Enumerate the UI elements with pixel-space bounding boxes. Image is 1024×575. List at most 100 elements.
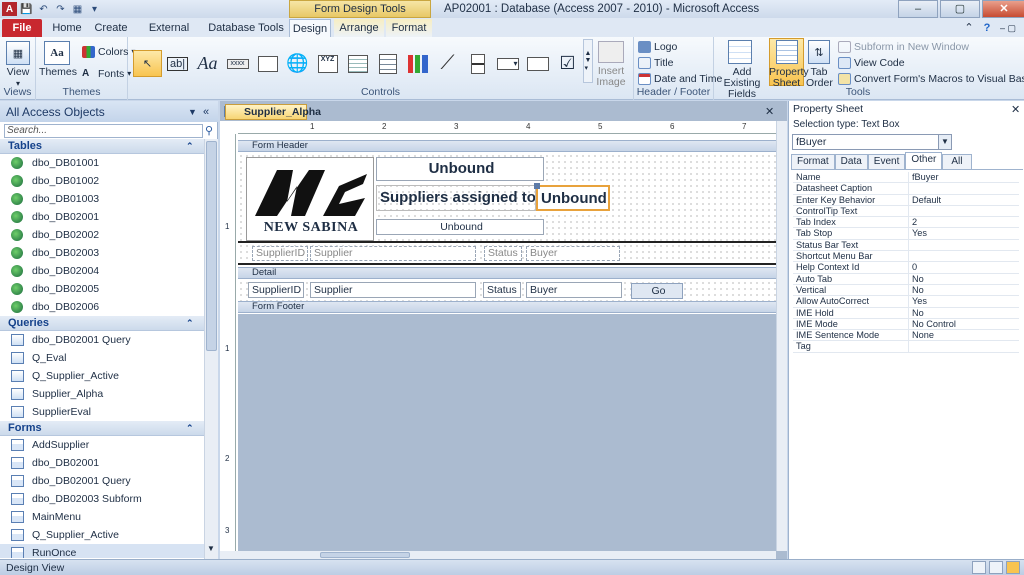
- help-icon[interactable]: ?: [980, 19, 994, 37]
- line-control-icon[interactable]: ⟋: [433, 50, 462, 77]
- tab-format[interactable]: Format: [791, 154, 835, 169]
- move-handle-icon[interactable]: [534, 183, 540, 189]
- logo-button[interactable]: Logo: [638, 39, 677, 54]
- property-row[interactable]: IME Sentence Mode None: [793, 330, 1019, 342]
- layout-view-icon[interactable]: [989, 561, 1003, 574]
- col-header-supplier[interactable]: Supplier: [310, 246, 476, 261]
- tab-other[interactable]: Other: [905, 152, 943, 169]
- list-item[interactable]: Q_Supplier_Active: [0, 367, 204, 385]
- save-icon[interactable]: 💾: [19, 2, 34, 16]
- add-existing-fields-icon[interactable]: [728, 40, 752, 64]
- property-row[interactable]: IME Hold No: [793, 307, 1019, 319]
- property-row[interactable]: Shortcut Menu Bar: [793, 251, 1019, 263]
- title-button[interactable]: Title: [638, 55, 673, 70]
- tab-home[interactable]: Home: [46, 19, 88, 37]
- themes-icon[interactable]: Aa: [44, 41, 70, 65]
- property-row[interactable]: Help Context Id 0: [793, 262, 1019, 274]
- maximize-button[interactable]: ▢: [940, 0, 980, 18]
- insert-image-icon[interactable]: [598, 41, 624, 63]
- insert-image-button[interactable]: Insert Image: [593, 66, 629, 88]
- tab-order-icon[interactable]: ⇅: [808, 40, 830, 64]
- unbound-subtitle-textbox[interactable]: Unbound: [376, 219, 544, 235]
- list-item[interactable]: MainMenu: [0, 508, 204, 526]
- property-value[interactable]: None: [909, 330, 1019, 340]
- page-break-icon[interactable]: [463, 50, 492, 77]
- chevron-down-icon[interactable]: ▼: [938, 135, 951, 149]
- doc-window-controls[interactable]: – ▢ ✕: [996, 19, 1020, 51]
- collapse-section-icon[interactable]: ⌃: [186, 316, 194, 331]
- control-selector-dropdown[interactable]: fBuyer: [792, 134, 952, 150]
- col-header-status[interactable]: Status: [484, 246, 522, 261]
- col-header-buyer[interactable]: Buyer: [526, 246, 620, 261]
- search-icon[interactable]: ⚲: [205, 124, 213, 137]
- property-row[interactable]: Name fBuyer: [793, 172, 1019, 184]
- textbox-control-icon[interactable]: ab|: [163, 50, 192, 77]
- suppliers-assigned-label[interactable]: Suppliers assigned to: [376, 185, 536, 211]
- property-row[interactable]: Auto Tab No: [793, 273, 1019, 285]
- form-footer-band[interactable]: Form Footer: [238, 301, 776, 313]
- close-button[interactable]: ✕: [982, 0, 1024, 18]
- list-item[interactable]: dbo_DB02002: [0, 226, 204, 244]
- property-value[interactable]: [909, 183, 1019, 193]
- tab-arrange[interactable]: Arrange: [334, 19, 384, 37]
- property-value[interactable]: 0: [909, 262, 1019, 272]
- option-group-icon[interactable]: [373, 50, 402, 77]
- list-item[interactable]: dbo_DB02001 Query: [0, 472, 204, 490]
- property-row[interactable]: Tab Index 2: [793, 217, 1019, 229]
- logo-image[interactable]: NEW SABINA: [246, 157, 374, 241]
- label-control-icon[interactable]: Aa: [193, 50, 222, 77]
- property-value[interactable]: [909, 240, 1019, 250]
- property-row[interactable]: Allow AutoCorrect Yes: [793, 296, 1019, 308]
- collapse-section-icon[interactable]: ⌃: [186, 421, 194, 436]
- convert-macros-button[interactable]: Convert Form's Macros to Visual Basic: [838, 71, 1024, 86]
- supplierid-label[interactable]: SupplierID: [248, 282, 304, 298]
- list-item[interactable]: Q_Supplier_Active: [0, 526, 204, 544]
- list-item[interactable]: Supplier_Alpha: [0, 385, 204, 403]
- detail-section[interactable]: SupplierID Supplier Status Buyer Go: [238, 280, 776, 301]
- list-item[interactable]: dbo_DB02004: [0, 262, 204, 280]
- nav-section-tables[interactable]: Tables ⌃: [0, 139, 204, 154]
- document-vertical-scrollbar[interactable]: [776, 121, 787, 551]
- list-item[interactable]: Q_Eval: [0, 349, 204, 367]
- form-header-band[interactable]: Form Header: [238, 140, 776, 152]
- button-control-icon[interactable]: xxxx: [223, 50, 252, 77]
- nav-section-forms[interactable]: Forms ⌃: [0, 421, 204, 436]
- property-row[interactable]: Datasheet Caption: [793, 183, 1019, 195]
- nav-search-input[interactable]: Search...: [4, 124, 203, 138]
- form-view-icon[interactable]: [972, 561, 986, 574]
- property-value[interactable]: [909, 341, 1019, 351]
- access-icon[interactable]: A: [2, 2, 17, 16]
- date-time-button[interactable]: Date and Time: [638, 71, 722, 86]
- property-value[interactable]: Yes: [909, 296, 1019, 306]
- view-icon[interactable]: ▦: [6, 41, 30, 65]
- combo-box-icon[interactable]: ▾: [493, 50, 522, 77]
- status-label[interactable]: Status: [483, 282, 521, 298]
- detail-band[interactable]: Detail: [238, 267, 776, 279]
- property-row[interactable]: Status Bar Text: [793, 239, 1019, 252]
- list-item[interactable]: dbo_DB01003: [0, 190, 204, 208]
- tab-create[interactable]: Create: [90, 19, 132, 37]
- tab-file[interactable]: File: [2, 19, 42, 37]
- property-value[interactable]: 2: [909, 217, 1019, 227]
- checkbox-control-icon[interactable]: ☑: [553, 50, 582, 77]
- tab-design[interactable]: Design: [289, 19, 331, 37]
- go-button[interactable]: Go: [631, 283, 683, 299]
- property-row[interactable]: IME Mode No Control: [793, 318, 1019, 331]
- tab-format[interactable]: Format: [386, 19, 432, 37]
- design-view-icon[interactable]: [1006, 561, 1020, 574]
- fonts-button[interactable]: A Fonts ▾: [82, 66, 131, 81]
- list-item[interactable]: dbo_DB02001 Query: [0, 331, 204, 349]
- list-item[interactable]: dbo_DB02001: [0, 454, 204, 472]
- form-header-section[interactable]: NEW SABINA Unbound Suppliers assigned to…: [238, 153, 776, 267]
- document-tab[interactable]: Supplier_Alpha: [225, 104, 321, 120]
- view-button[interactable]: View: [0, 67, 36, 78]
- minimize-ribbon-icon[interactable]: ⌃: [962, 19, 976, 37]
- property-row[interactable]: Tab Stop Yes: [793, 228, 1019, 240]
- property-value[interactable]: Yes: [909, 228, 1019, 238]
- nav-scrollbar[interactable]: ▼: [204, 139, 218, 559]
- list-item[interactable]: dbo_DB02003 Subform: [0, 490, 204, 508]
- customize-icon[interactable]: ▾: [87, 2, 102, 16]
- property-sheet-icon[interactable]: [776, 40, 798, 64]
- document-horizontal-scrollbar[interactable]: [220, 551, 776, 559]
- subform-new-window-button[interactable]: Subform in New Window: [838, 39, 969, 54]
